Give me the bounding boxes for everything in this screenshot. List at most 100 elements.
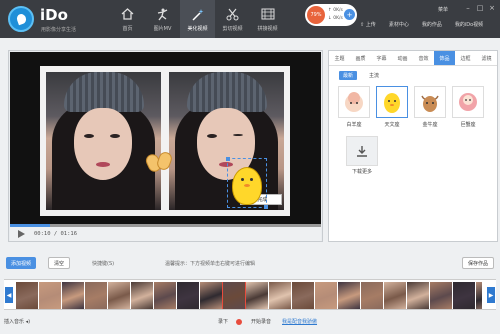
tab-border[interactable]: 边框	[455, 51, 476, 65]
nav-photo-mv[interactable]: 图片MV	[145, 0, 180, 38]
clip-thumbnail[interactable]	[430, 282, 452, 309]
clip-thumbnail[interactable]	[222, 282, 246, 309]
sticker-cancer[interactable]: 巨蟹座	[452, 86, 484, 128]
clip-thumbnail[interactable]	[177, 282, 199, 309]
film-icon	[261, 7, 275, 21]
audio-bar: 插入音乐 ◂) 录下 开始录音 我是配音我骄傲	[0, 312, 500, 334]
nav-beautify-video-label: 美化视频	[187, 26, 208, 32]
tab-filter[interactable]: 滤镜	[476, 51, 497, 65]
tab-subtitle[interactable]: 字幕	[371, 51, 392, 65]
effects-panel: 主题 画质 字幕 动画 音效 饰品 边框 滤镜 最新 主流 白羊座 天文座 金牛…	[328, 50, 498, 242]
clip-thumbnail[interactable]	[269, 282, 291, 309]
face	[74, 108, 132, 180]
menu-link[interactable]: 菜单	[438, 6, 448, 13]
close-icon[interactable]: ×	[488, 4, 496, 12]
clip-thumbnail[interactable]	[62, 282, 84, 309]
aries-sticker-icon	[338, 86, 370, 118]
tab-theme[interactable]: 主题	[329, 51, 350, 65]
download-more-label: 下载更多	[351, 169, 372, 175]
tab-animation[interactable]: 动画	[392, 51, 413, 65]
subtab-mainstream[interactable]: 主流	[365, 71, 383, 80]
edit-tip: 温馨提示：下方视频单击右键可进行编辑	[165, 261, 256, 267]
sticker-label: 巨蟹座	[460, 122, 476, 128]
clip-thumbnail[interactable]	[16, 282, 38, 309]
play-button[interactable]	[16, 229, 26, 239]
tab-accessories[interactable]: 饰品	[434, 51, 455, 65]
clip-thumbnail[interactable]	[131, 282, 153, 309]
network-percent: 79%	[307, 6, 325, 24]
clapping-hands-sticker[interactable]	[143, 150, 175, 176]
clip-filmstrip: ◀ ▶	[4, 279, 496, 310]
sticker-label: 金牛座	[422, 122, 438, 128]
clip-thumbnail[interactable]	[39, 282, 61, 309]
clip-thumbnail[interactable]	[200, 282, 222, 309]
clip-thumbnail[interactable]	[246, 282, 268, 309]
upload-label: 上传	[365, 22, 376, 28]
dubbing-help-link[interactable]: 我是配音我骄傲	[282, 318, 317, 325]
add-video-button[interactable]: 添加视频	[6, 257, 36, 269]
nav-beautify-video[interactable]: 美化视频	[180, 0, 215, 38]
start-recording-button[interactable]: 开始录音	[251, 318, 271, 325]
nav-join-video[interactable]: 拼接视频	[250, 0, 285, 38]
clip-thumbnail[interactable]	[476, 282, 482, 309]
clip-thumbnail[interactable]	[361, 282, 383, 309]
main-nav: 首页 图片MV 美化视频 剪切视频 拼接视频	[110, 0, 285, 38]
chick-sticker-icon	[232, 167, 262, 205]
resize-handle[interactable]	[226, 157, 230, 161]
effects-tabs: 主题 画质 字幕 动画 音效 饰品 边框 滤镜	[329, 51, 497, 66]
magic-wand-icon	[191, 7, 205, 21]
shortcut-link[interactable]: 快捷键(S)	[92, 260, 114, 267]
minimize-icon[interactable]: –	[464, 4, 472, 12]
clip-thumbnail[interactable]	[315, 282, 337, 309]
nav-cut-video[interactable]: 剪切视频	[215, 0, 250, 38]
photo-left	[46, 72, 161, 210]
upload-link[interactable]: ⇧ 上传	[360, 21, 376, 28]
app-tagline: 用影像分享生活	[41, 27, 77, 33]
chick-sticker-on-video[interactable]	[226, 157, 268, 209]
network-speed-widget[interactable]: 79% ↑ 0K/s ↓ 0K/s +	[305, 4, 357, 26]
sticker-taurus[interactable]: 金牛座	[414, 86, 446, 128]
record-button[interactable]	[236, 319, 242, 325]
clip-thumbnail[interactable]	[85, 282, 107, 309]
nav-photo-mv-label: 图片MV	[153, 26, 172, 32]
knit-hat	[187, 72, 267, 112]
clip-thumbnail[interactable]	[292, 282, 314, 309]
clip-thumbnail[interactable]	[384, 282, 406, 309]
network-down-value: 0K/s	[333, 16, 343, 21]
video-stage[interactable]: ✕ ✔ 完成	[10, 52, 321, 226]
clip-thumbnail[interactable]	[453, 282, 475, 309]
scroll-right-icon[interactable]: ▶	[487, 287, 495, 303]
tab-quality[interactable]: 画质	[350, 51, 371, 65]
title-bar: iDo 用影像分享生活 首页 图片MV 美化视频 剪切视频 拼接视频 79% ↑…	[0, 0, 500, 38]
nav-home[interactable]: 首页	[110, 0, 145, 38]
tab-sound[interactable]: 音效	[413, 51, 434, 65]
sticker-label: 天文座	[384, 122, 400, 128]
resize-handle[interactable]	[264, 205, 268, 209]
maximize-icon[interactable]: □	[476, 4, 484, 12]
material-center-link[interactable]: 素材中心	[389, 21, 409, 28]
download-more-button[interactable]: 下载更多	[346, 136, 378, 175]
accessory-subtabs: 最新 主流	[339, 71, 497, 80]
insert-music-button[interactable]: 插入音乐 ◂)	[4, 318, 30, 325]
my-works-link[interactable]: 我的作品	[422, 21, 442, 28]
app-name: iDo	[40, 6, 68, 24]
header-links: ⇧ 上传 素材中心 我的作品 我的iDo视频	[360, 21, 483, 28]
clip-thumbnail[interactable]	[407, 282, 429, 309]
clip-thumbnail[interactable]	[154, 282, 176, 309]
clip-thumbnail[interactable]	[108, 282, 130, 309]
subtab-latest[interactable]: 最新	[339, 71, 358, 80]
sticker-chick[interactable]: 天文座	[376, 86, 408, 128]
accelerate-icon[interactable]: +	[344, 9, 355, 20]
network-down: ↓ 0K/s	[328, 16, 343, 21]
clip-thumbnail[interactable]	[338, 282, 360, 309]
my-ido-videos-link[interactable]: 我的iDo视频	[455, 21, 483, 28]
sticker-aries[interactable]: 白羊座	[338, 86, 370, 128]
insert-music-label: 插入音乐	[4, 319, 25, 325]
sticker-grid: 白羊座 天文座 金牛座 巨蟹座	[338, 86, 497, 128]
scissors-icon	[226, 7, 240, 21]
nav-join-video-label: 拼接视频	[257, 26, 278, 32]
save-work-button[interactable]: 保存作品	[462, 257, 494, 269]
scroll-left-icon[interactable]: ◀	[5, 287, 13, 303]
playback-time: 00:10 / 01:16	[34, 231, 78, 237]
clear-button[interactable]: 清空	[48, 257, 70, 269]
